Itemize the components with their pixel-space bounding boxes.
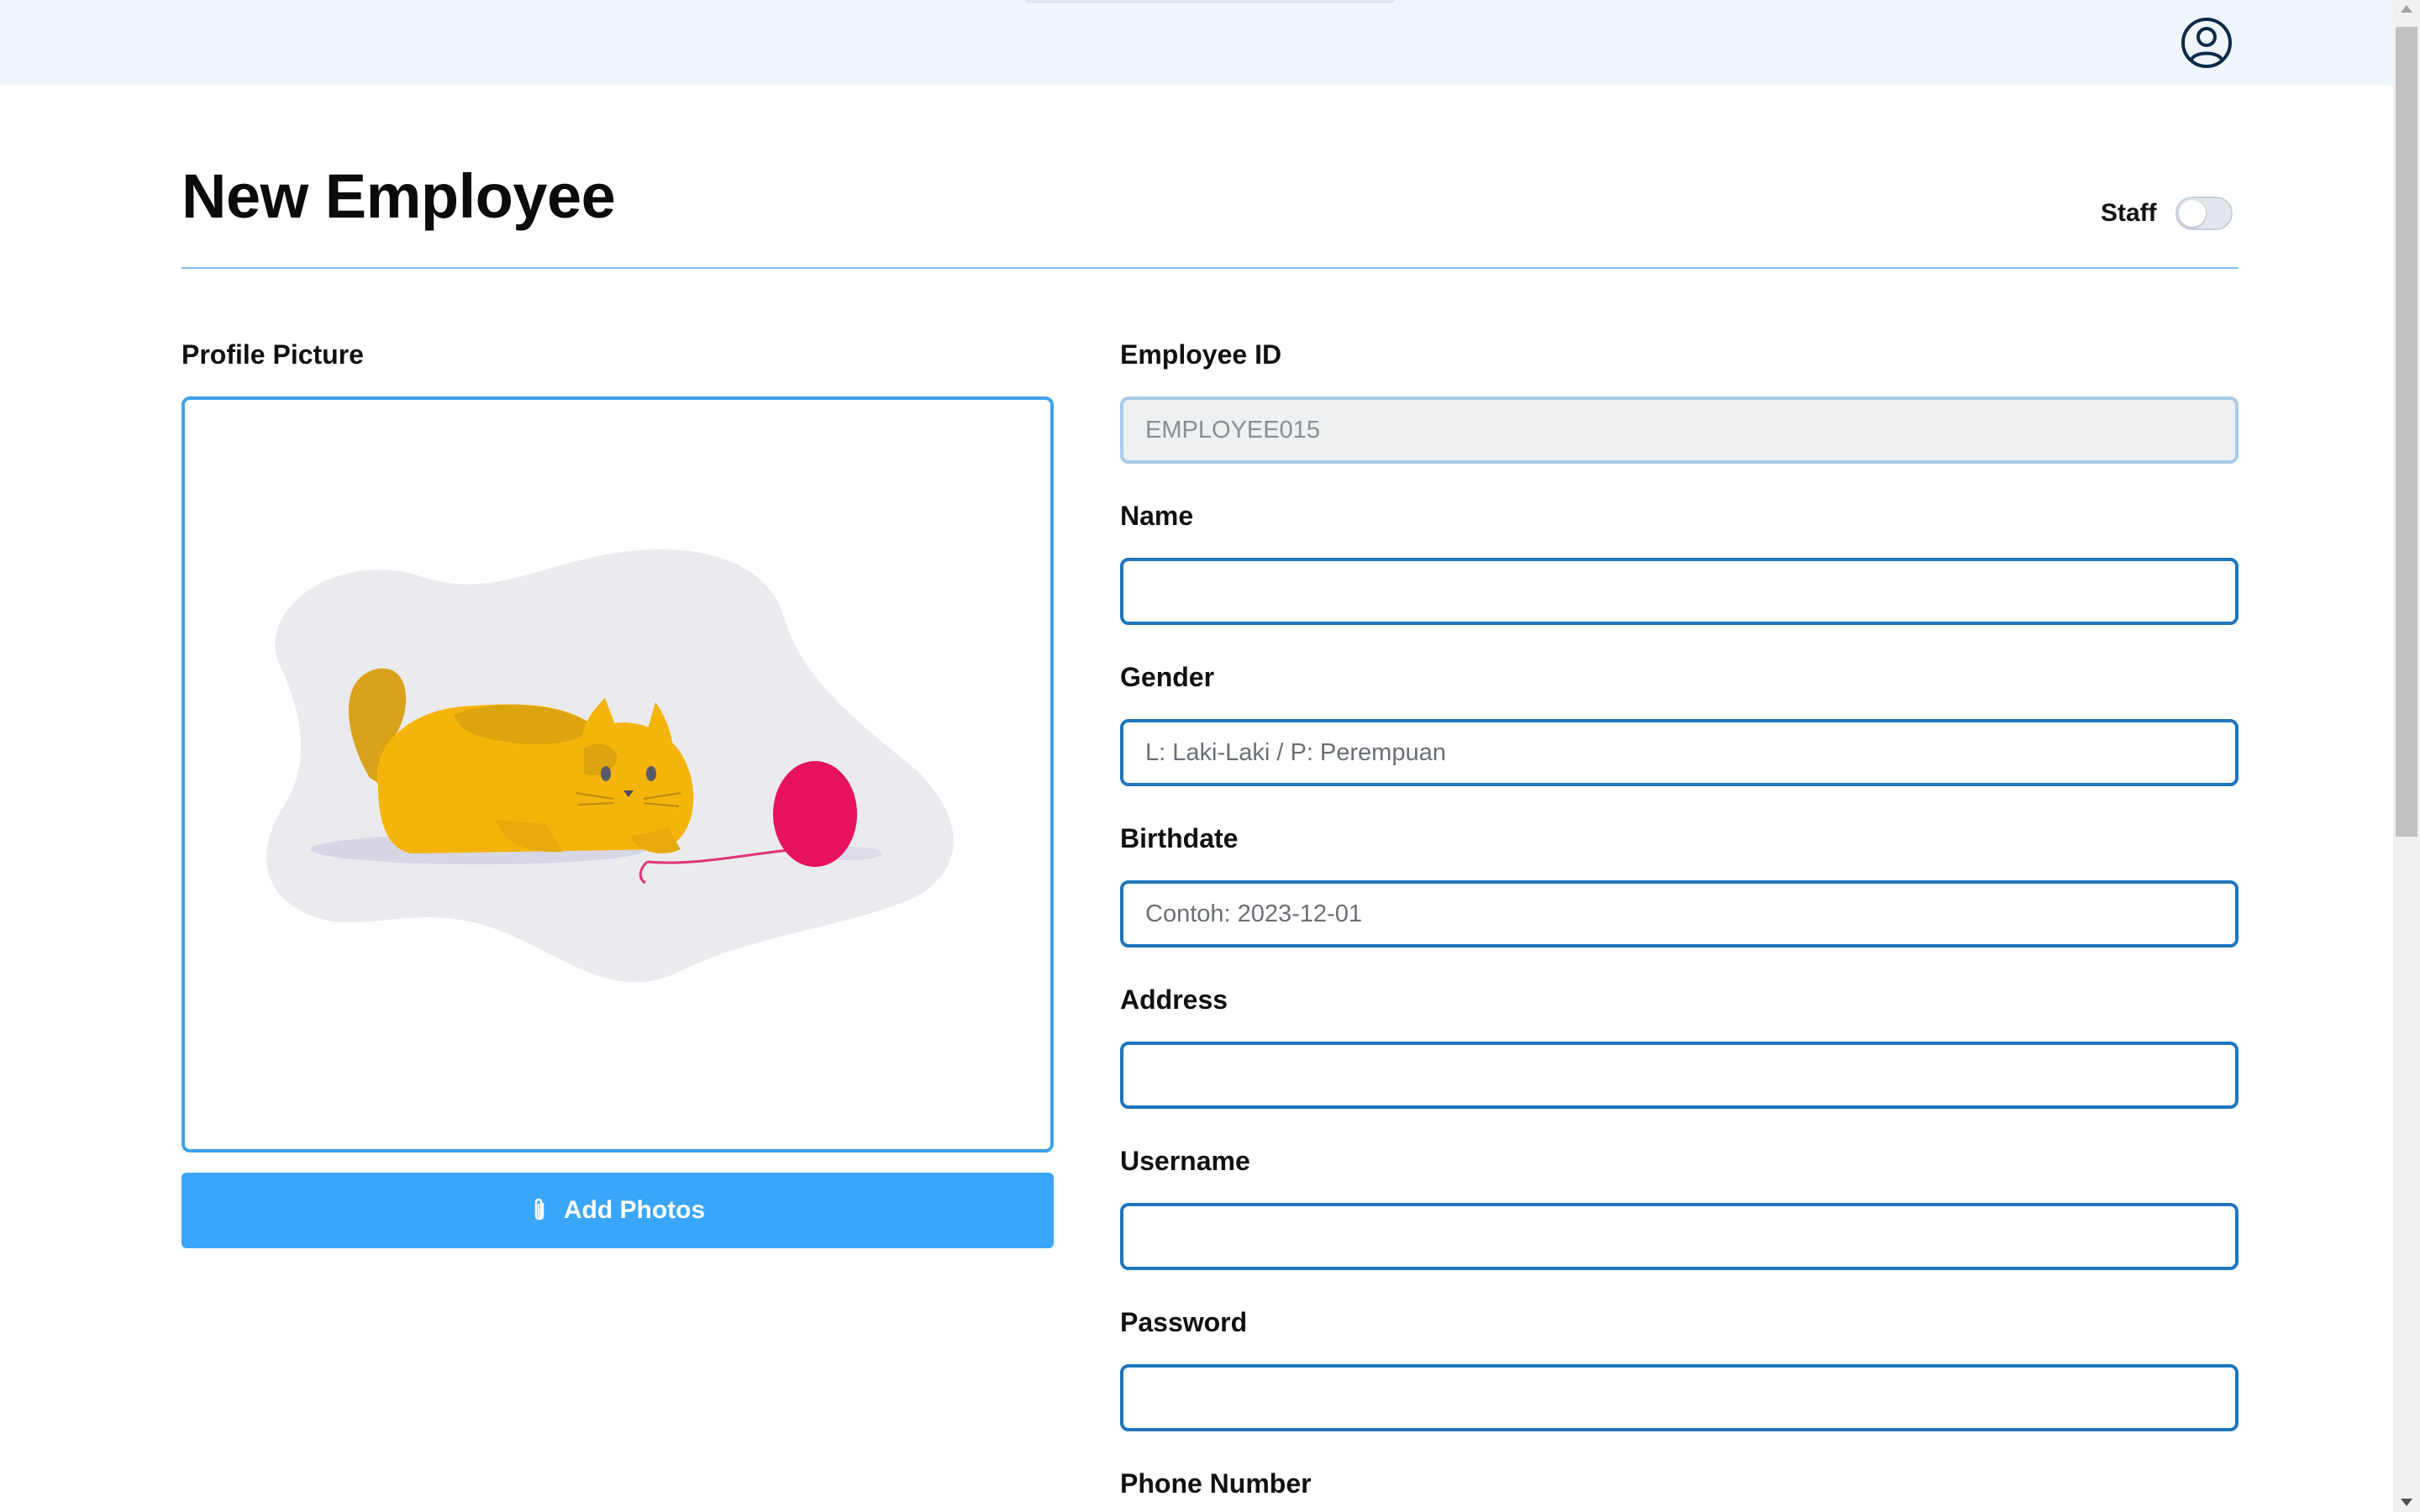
name-field[interactable]: [1120, 558, 2238, 625]
employee-id-field: [1120, 396, 2238, 464]
staff-toggle-group: Staff: [2101, 193, 2233, 234]
toggle-knob: [2178, 200, 2206, 227]
birthdate-label: Birthdate: [1120, 823, 1239, 853]
scroll-down-arrow-icon[interactable]: [2401, 1499, 2412, 1506]
staff-label: Staff: [2101, 199, 2157, 227]
cat-yarn-illustration: [266, 549, 954, 983]
user-circle-icon[interactable]: [2180, 16, 2233, 70]
top-bar-tab-shadow: [1025, 0, 1395, 3]
username-label: Username: [1120, 1146, 1250, 1176]
page-title: New Employee: [182, 161, 616, 231]
address-label: Address: [1120, 984, 1228, 1015]
address-field[interactable]: [1120, 1042, 2238, 1109]
add-photos-button[interactable]: Add Photos: [182, 1173, 1054, 1248]
add-photos-label: Add Photos: [563, 1196, 706, 1224]
header-divider: [182, 267, 2238, 269]
top-bar: [0, 0, 2393, 85]
password-label: Password: [1120, 1307, 1248, 1337]
vertical-scrollbar[interactable]: [2393, 0, 2420, 1512]
birthdate-field[interactable]: [1120, 880, 2238, 948]
staff-toggle[interactable]: [2175, 197, 2233, 230]
profile-picture-label: Profile Picture: [182, 339, 364, 370]
paperclip-icon: [530, 1197, 549, 1224]
gender-label: Gender: [1120, 662, 1215, 692]
gender-field[interactable]: [1120, 719, 2238, 786]
scroll-up-arrow-icon[interactable]: [2401, 5, 2412, 13]
username-field[interactable]: [1120, 1203, 2238, 1270]
phone-number-label: Phone Number: [1120, 1468, 1312, 1499]
scrollbar-thumb[interactable]: [2396, 27, 2417, 837]
password-field[interactable]: [1120, 1364, 2238, 1431]
profile-picture-preview: [182, 396, 1054, 1152]
employee-id-label: Employee ID: [1120, 339, 1282, 370]
name-label: Name: [1120, 501, 1194, 531]
